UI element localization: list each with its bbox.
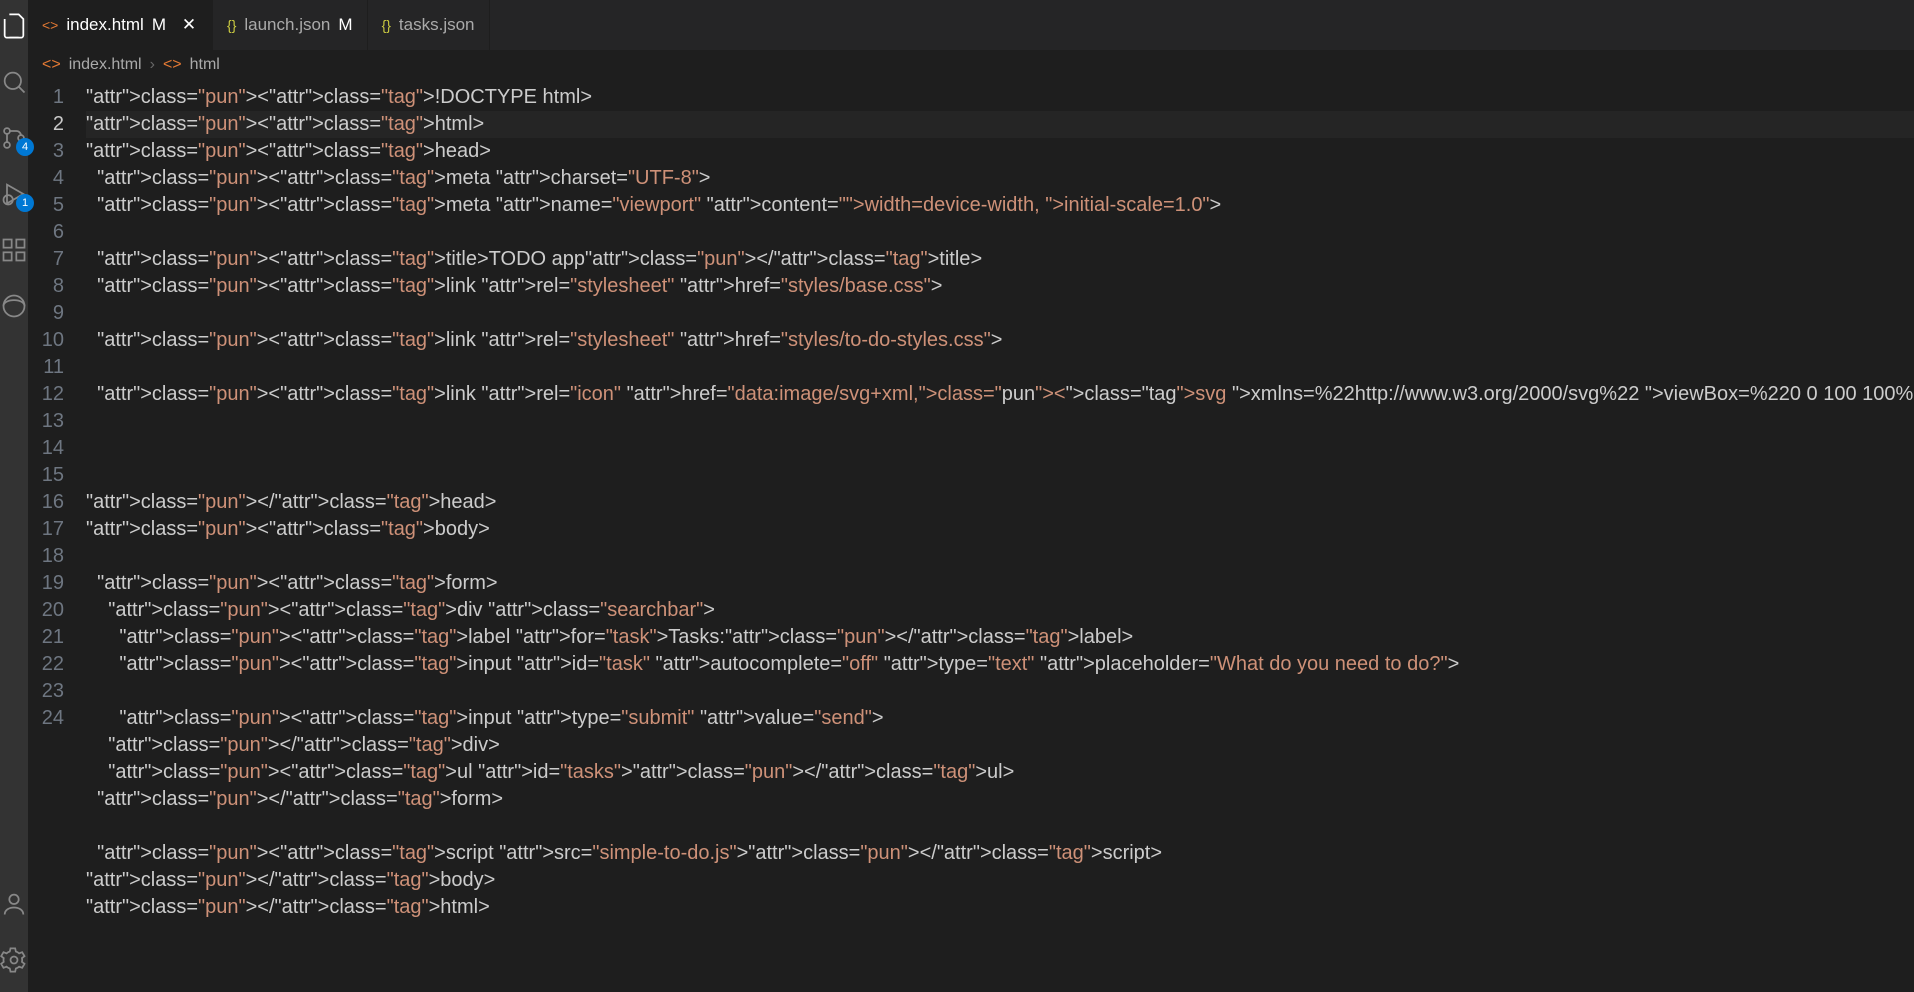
- extensions-icon[interactable]: [0, 236, 28, 264]
- scm-icon[interactable]: 4: [0, 124, 28, 152]
- account-icon[interactable]: [0, 890, 28, 918]
- editor-tab[interactable]: {}launch.jsonM: [213, 0, 368, 50]
- activity-bar: 4 1: [0, 0, 28, 992]
- close-icon[interactable]: ✕: [180, 16, 198, 34]
- edge-icon[interactable]: [0, 292, 28, 320]
- gear-icon[interactable]: [0, 946, 28, 974]
- breadcrumb[interactable]: <> index.html › <> html: [28, 50, 1914, 80]
- code-editor[interactable]: 123456789101112131415161718192021222324 …: [28, 80, 1914, 992]
- breadcrumb-file: index.html: [69, 56, 142, 74]
- files-icon[interactable]: [0, 12, 28, 40]
- breadcrumb-elem: html: [190, 56, 220, 74]
- editor-tabs: <>index.htmlM✕{}launch.jsonM{}tasks.json…: [28, 0, 1914, 50]
- editor-tab[interactable]: <>index.htmlM✕: [28, 0, 213, 50]
- editor-column: <>index.htmlM✕{}launch.jsonM{}tasks.json…: [28, 0, 1914, 992]
- editor-tab[interactable]: {}tasks.json: [368, 0, 490, 50]
- search-icon[interactable]: [0, 68, 28, 96]
- debug-icon[interactable]: 1: [0, 180, 28, 208]
